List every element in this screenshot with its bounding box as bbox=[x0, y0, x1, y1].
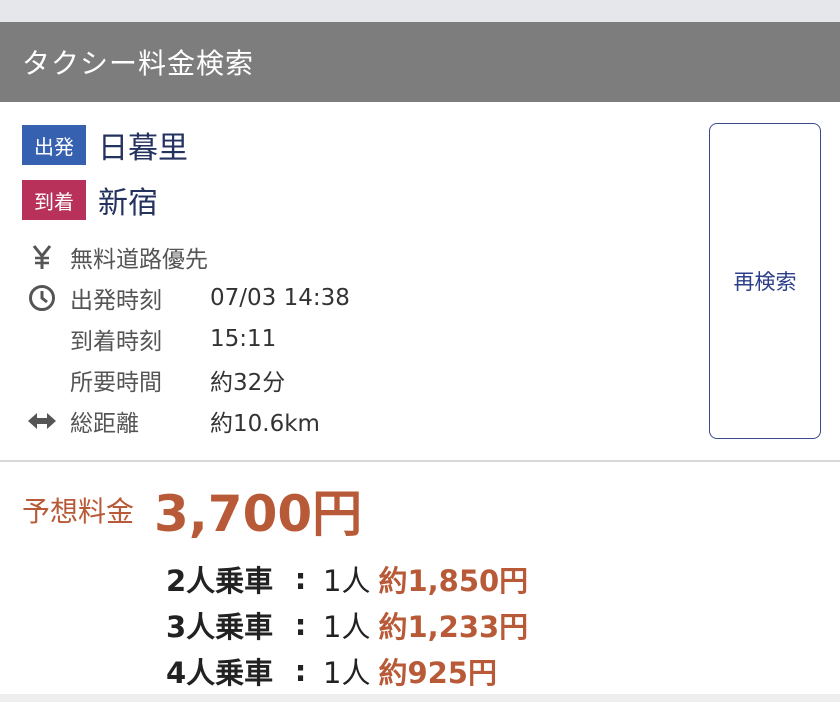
distance-arrows-icon bbox=[26, 406, 58, 436]
fare-split-row: 2人乗車 : 1人 約1,850円 bbox=[166, 556, 528, 602]
riders-count: 3人乗車 bbox=[166, 610, 274, 644]
detail-arrival-time: 到着時刻 15:11 bbox=[26, 318, 686, 359]
per-person-label: 1人 bbox=[323, 656, 371, 690]
route-details: 無料道路優先 出発時刻 07/03 14:38 到着時刻 15:11 所要時間 … bbox=[26, 236, 686, 441]
fare-split-row: 3人乗車 : 1人 約1,233円 bbox=[166, 602, 528, 648]
riders-count: 2人乗車 bbox=[166, 564, 274, 598]
fare-split-row: 4人乗車 : 1人 約925円 bbox=[166, 648, 528, 694]
separator: : bbox=[294, 608, 307, 642]
per-person-amount: 約1,233円 bbox=[378, 610, 529, 644]
arrival-station: 新宿 bbox=[98, 186, 158, 221]
fare-split-list: 2人乗車 : 1人 約1,850円 3人乗車 : 1人 約1,233円 4人乗車… bbox=[166, 556, 528, 694]
detail-value: 15:11 bbox=[210, 325, 277, 352]
research-button[interactable]: 再検索 bbox=[709, 123, 821, 439]
detail-label: 所要時間 bbox=[70, 369, 162, 396]
bottom-strip bbox=[0, 694, 840, 702]
per-person-amount: 約925円 bbox=[378, 656, 497, 690]
detail-toll-preference: 無料道路優先 bbox=[26, 236, 686, 277]
per-person-label: 1人 bbox=[323, 564, 371, 598]
yen-icon bbox=[26, 242, 58, 272]
page-title: タクシー料金検索 bbox=[22, 47, 255, 80]
departure-row: 出発 日暮里 bbox=[22, 124, 188, 166]
route-summary: 出発 日暮里 到着 新宿 bbox=[22, 124, 188, 234]
riders-count: 4人乗車 bbox=[166, 656, 274, 690]
arrival-row: 到着 新宿 bbox=[22, 179, 188, 221]
fare-summary: 予想料金 3,700円 bbox=[22, 480, 362, 543]
detail-label: 総距離 bbox=[70, 410, 139, 437]
detail-label: 出発時刻 bbox=[70, 287, 162, 314]
detail-value: 07/03 14:38 bbox=[210, 284, 350, 311]
detail-distance: 総距離 約10.6km bbox=[26, 400, 686, 441]
page-header: タクシー料金検索 bbox=[0, 22, 840, 102]
departure-badge: 出発 bbox=[22, 125, 86, 165]
detail-label: 到着時刻 bbox=[70, 328, 162, 355]
section-divider bbox=[0, 460, 840, 462]
separator: : bbox=[294, 654, 307, 688]
departure-station: 日暮里 bbox=[98, 131, 188, 166]
top-strip bbox=[0, 0, 840, 22]
detail-duration: 所要時間 約32分 bbox=[26, 359, 686, 400]
detail-value: 約10.6km bbox=[210, 410, 320, 437]
per-person-label: 1人 bbox=[323, 610, 371, 644]
fare-total: 3,700円 bbox=[154, 485, 363, 543]
per-person-amount: 約1,850円 bbox=[378, 564, 529, 598]
arrival-badge: 到着 bbox=[22, 180, 86, 220]
detail-departure-time: 出発時刻 07/03 14:38 bbox=[26, 277, 686, 318]
clock-icon bbox=[26, 283, 58, 313]
separator: : bbox=[294, 562, 307, 596]
detail-value: 約32分 bbox=[210, 369, 286, 396]
fare-label: 予想料金 bbox=[22, 495, 135, 528]
detail-label: 無料道路優先 bbox=[70, 246, 208, 273]
